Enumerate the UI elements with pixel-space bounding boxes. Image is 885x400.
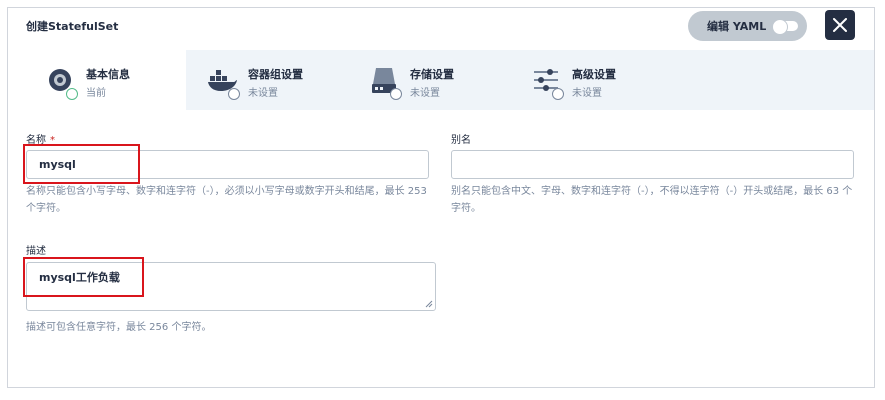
description-help-text: 描述可包含任意字符，最长 256 个字符。 bbox=[26, 322, 212, 333]
close-button[interactable] bbox=[825, 10, 855, 40]
dialog-title: 创建StatefulSet bbox=[26, 20, 119, 33]
resize-handle-icon[interactable] bbox=[425, 300, 433, 308]
step-name: 高级设置 bbox=[572, 68, 616, 81]
step-status-dot bbox=[66, 88, 78, 100]
step-status: 当前 bbox=[86, 88, 106, 99]
edit-yaml-label: 编辑 YAML bbox=[707, 20, 767, 33]
step-tabs: 基本信息 当前 容器组设置 未设置 存储设置 未设置 高级设置 未设置 bbox=[26, 50, 874, 110]
alias-label: 别名 bbox=[451, 135, 471, 146]
tab-container-settings[interactable]: 容器组设置 未设置 bbox=[188, 50, 348, 110]
tab-storage-settings[interactable]: 存储设置 未设置 bbox=[350, 50, 510, 110]
description-value: mysql工作负载 bbox=[39, 271, 120, 284]
tab-advanced-settings[interactable]: 高级设置 未设置 bbox=[512, 50, 672, 110]
step-status: 未设置 bbox=[248, 88, 278, 99]
alias-help-text: 别名只能包含中文、字母、数字和连字符（-），不得以连字符（-）开头或结尾，最长 … bbox=[451, 186, 853, 214]
name-label: 名称 * bbox=[26, 131, 55, 146]
required-mark: * bbox=[50, 135, 55, 146]
step-name: 存储设置 bbox=[410, 68, 454, 81]
step-name: 基本信息 bbox=[86, 68, 130, 81]
description-label: 描述 bbox=[26, 246, 46, 257]
dialog-header: 创建StatefulSet 编辑 YAML bbox=[8, 8, 874, 50]
step-name: 容器组设置 bbox=[248, 68, 303, 81]
description-textarea[interactable]: mysql工作负载 bbox=[26, 262, 436, 311]
tab-basic-info[interactable]: 基本信息 当前 bbox=[26, 50, 186, 110]
step-status: 未设置 bbox=[410, 88, 440, 99]
name-help-text: 名称只能包含小写字母、数字和连字符（-），必须以小写字母或数字开头和结尾，最长 … bbox=[26, 186, 427, 214]
close-icon bbox=[833, 18, 847, 32]
step-status-dot bbox=[228, 88, 240, 100]
alias-input[interactable] bbox=[451, 150, 854, 179]
step-status-dot bbox=[552, 88, 564, 100]
name-label-text: 名称 bbox=[26, 135, 46, 146]
create-statefulset-dialog: 创建StatefulSet 编辑 YAML 基本信息 当前 容器组设置 未设置 … bbox=[7, 7, 875, 388]
name-input[interactable]: mysql bbox=[26, 150, 429, 179]
toggle-switch-icon bbox=[772, 19, 799, 35]
step-status: 未设置 bbox=[572, 88, 602, 99]
edit-yaml-toggle[interactable]: 编辑 YAML bbox=[688, 11, 807, 41]
step-status-dot bbox=[390, 88, 402, 100]
